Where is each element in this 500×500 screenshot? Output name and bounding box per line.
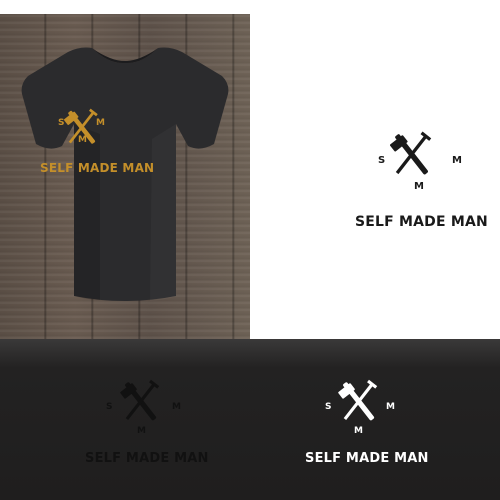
monogram-letter-left: S [378, 155, 386, 166]
monogram-letter-right: M [386, 402, 395, 412]
monogram-letter-bottom: M [78, 135, 87, 145]
monogram-letter-left: S [106, 402, 113, 412]
monogram-letter-right: M [96, 118, 105, 128]
dark-white-logo-crossed-tools [338, 379, 378, 421]
monogram-letter-right: M [172, 402, 181, 412]
dark-logo-panel: S M M SELF MADE MAN S M M SELF MADE MAN [0, 339, 500, 500]
tshirt-illustration [21, 47, 229, 301]
shirt-wordmark: SELF MADE MAN [40, 161, 155, 175]
dark-black-wordmark: SELF MADE MAN [85, 451, 209, 466]
monogram-letter-bottom: M [137, 426, 146, 436]
black-logo-crossed-tools [390, 131, 432, 175]
white-logo-panel: S M M SELF MADE MAN [250, 14, 500, 339]
white-panel-wordmark: SELF MADE MAN [355, 214, 488, 230]
dark-white-wordmark: SELF MADE MAN [305, 451, 429, 466]
monogram-letter-bottom: M [354, 426, 363, 436]
dark-black-logo-crossed-tools [120, 379, 160, 421]
tshirt-mockup-panel: S M M SELF MADE MAN [0, 14, 250, 339]
top-white-strip [0, 0, 500, 14]
monogram-letter-left: S [58, 118, 65, 128]
monogram-letter-right: M [452, 155, 462, 166]
monogram-letter-bottom: M [414, 181, 424, 192]
monogram-letter-left: S [325, 402, 332, 412]
